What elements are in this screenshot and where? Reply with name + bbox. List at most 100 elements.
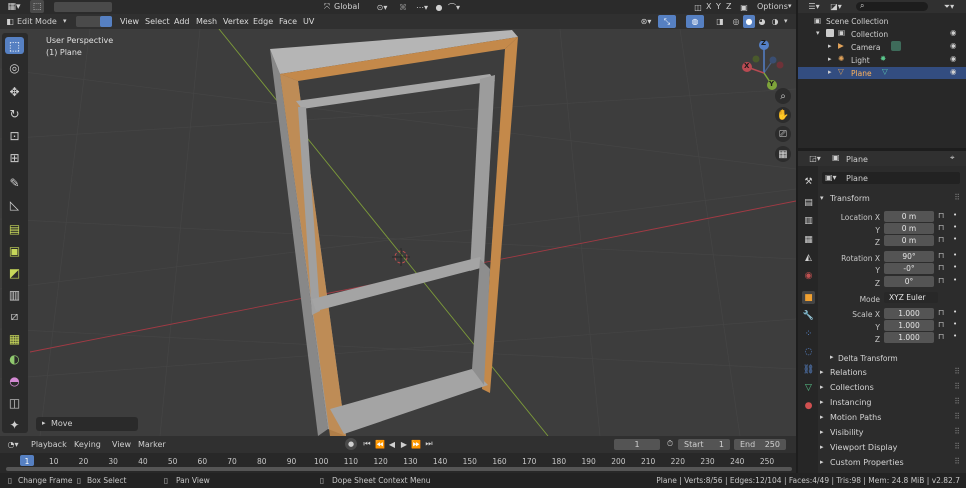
lock-icon[interactable]: ⊓ (938, 235, 944, 244)
filter-icon[interactable]: ⏷▾ (940, 1, 958, 12)
rotation-x-field[interactable]: 90° (884, 251, 934, 262)
chevron-right-icon[interactable]: ▸ (828, 42, 832, 50)
keyframe-dot-icon[interactable]: • (953, 320, 957, 328)
location-y-field[interactable]: 0 m (884, 223, 934, 234)
gizmo-label-y[interactable]: Y (769, 80, 774, 88)
mode-select[interactable]: Edit Mode (17, 17, 57, 26)
jump-start-icon[interactable]: ⏮ (361, 438, 373, 450)
lock-icon[interactable]: ⊓ (938, 276, 944, 285)
pivot-icon[interactable]: ⊙▾ (374, 1, 390, 13)
eye-icon[interactable]: ◉ (950, 41, 957, 50)
cursor-tool-icon[interactable]: ◎ (5, 59, 24, 76)
drag-handle-icon[interactable]: ⠿ (954, 412, 960, 421)
keyframe-dot-icon[interactable]: • (953, 211, 957, 219)
menu-playback[interactable]: Playback (31, 440, 67, 449)
measure-tool-icon[interactable]: ◺ (5, 196, 24, 213)
play-reverse-icon[interactable]: ◀ (386, 438, 398, 450)
shear-tool-icon[interactable]: ◫ (5, 394, 24, 411)
drag-handle-icon[interactable]: ⠿ (954, 397, 960, 406)
snap-target-icon[interactable]: ⋯▾ (414, 1, 430, 13)
snap-icon[interactable]: ⌘ (396, 1, 410, 13)
constraints-tab-icon[interactable]: ⛓ (802, 363, 815, 376)
location-z-field[interactable]: 0 m (884, 235, 934, 246)
jump-end-icon[interactable]: ⏭ (423, 438, 435, 450)
poly-build-tool-icon[interactable]: ▦ (5, 330, 24, 347)
menu-vertex[interactable]: Vertex (223, 17, 249, 26)
keyframe-dot-icon[interactable]: • (953, 251, 957, 259)
select-mode-group[interactable] (76, 16, 112, 27)
lock-icon[interactable]: ⊓ (938, 211, 944, 220)
lock-icon[interactable]: ⊓ (938, 263, 944, 272)
menu-view[interactable]: View (120, 17, 139, 26)
rotation-mode-select[interactable]: XYZ Euler (884, 292, 938, 303)
drag-handle-icon[interactable]: ⠿ (954, 382, 960, 391)
lock-icon[interactable]: ⊓ (938, 308, 944, 317)
chevron-right-icon[interactable]: ▸ (828, 55, 832, 63)
editor-type-icon[interactable]: ◲▾ (806, 153, 824, 164)
render-tab-icon[interactable]: ▤ (802, 196, 815, 209)
gizmo-toggle-icon[interactable]: ⤡ (658, 15, 676, 28)
rotate-tool-icon[interactable]: ↻ (5, 105, 24, 122)
mirror-axis-x[interactable]: X (706, 2, 711, 11)
menu-view[interactable]: View (112, 440, 131, 449)
scale-y-field[interactable]: 1.000 (884, 320, 934, 331)
drag-handle-icon[interactable]: ⠿ (954, 457, 960, 466)
collections-panel-header[interactable]: ▸ Collections ⠿ (818, 382, 964, 396)
select-box-tool-icon[interactable]: ⬚ (30, 0, 44, 13)
move-tool-icon[interactable]: ✥ (5, 83, 24, 100)
end-frame-field[interactable]: End 250 (734, 439, 786, 450)
tool-tab-icon[interactable]: ⚒ (802, 175, 815, 188)
spin-tool-icon[interactable]: ◐ (5, 350, 24, 367)
outliner-row-light[interactable]: ▸ ✺ Light ✸ ◉ (798, 54, 966, 66)
camera-view-icon[interactable]: ⎚ (775, 126, 791, 142)
delta-transform-subpanel[interactable]: ▸ Delta Transform (828, 352, 966, 366)
shading-rendered-icon[interactable]: ◑ (769, 15, 781, 28)
lock-icon[interactable]: ⊓ (938, 332, 944, 341)
chevron-down-icon[interactable]: ▾ (784, 17, 788, 25)
editor-type-icon[interactable]: ▦▾ (5, 1, 23, 13)
play-icon[interactable]: ▶ (398, 438, 410, 450)
stopwatch-icon[interactable]: ⏱ (664, 438, 676, 450)
scale-tool-icon[interactable]: ⊡ (5, 127, 24, 144)
menu-marker[interactable]: Marker (138, 440, 166, 449)
prev-key-icon[interactable]: ⏪ (374, 438, 386, 450)
outliner-row-camera[interactable]: ▸ ▶ Camera ◉ (798, 41, 966, 53)
editor-type-icon[interactable]: ☰▾ (806, 1, 822, 12)
location-x-field[interactable]: 0 m (884, 211, 934, 222)
keyframe-dot-icon[interactable]: • (953, 276, 957, 284)
rotation-y-field[interactable]: -0° (884, 263, 934, 274)
menu-add[interactable]: Add (174, 17, 190, 26)
eye-icon[interactable]: ◉ (950, 28, 957, 37)
menu-face[interactable]: Face (279, 17, 297, 26)
lock-icon[interactable]: ⊓ (938, 320, 944, 329)
operator-panel[interactable]: ▸ Move (36, 417, 138, 431)
chevron-down-icon[interactable]: ▾ (816, 29, 820, 37)
lock-icon[interactable]: ⊓ (938, 251, 944, 260)
record-icon[interactable]: ● (345, 438, 357, 450)
keyframe-dot-icon[interactable]: • (953, 235, 957, 243)
knife-tool-icon[interactable]: ⧄ (5, 308, 24, 325)
next-key-icon[interactable]: ⏩ (410, 438, 422, 450)
checkbox-icon[interactable] (826, 29, 834, 37)
chevron-right-icon[interactable]: ▸ (828, 68, 832, 76)
mirror-axis-y[interactable]: Y (716, 2, 721, 11)
current-frame-field[interactable]: 1 (614, 439, 660, 450)
extrude-tool-icon[interactable]: ▤ (5, 220, 24, 237)
timeline-scrollbar[interactable] (6, 467, 792, 471)
shading-wire-icon[interactable]: ◎ (730, 15, 742, 28)
3d-viewport[interactable]: User Perspective (1) Plane Z X Y ▸ Move (0, 29, 796, 436)
relations-panel-header[interactable]: ▸ Relations ⠿ (818, 367, 964, 381)
scale-x-field[interactable]: 1.000 (884, 308, 934, 319)
visibility-panel-header[interactable]: ▸ Visibility ⠿ (818, 427, 964, 441)
drag-handle-icon[interactable]: ⠿ (954, 427, 960, 436)
loop-cut-tool-icon[interactable]: ▥ (5, 286, 24, 303)
options-dropdown[interactable]: Options (757, 2, 788, 11)
particles-tab-icon[interactable]: ⁘ (802, 327, 815, 340)
lock-icon[interactable]: ⊓ (938, 223, 944, 232)
menu-mesh[interactable]: Mesh (196, 17, 217, 26)
keyframe-dot-icon[interactable]: • (953, 223, 957, 231)
smooth-tool-icon[interactable]: ◓ (5, 372, 24, 389)
drag-handle-icon[interactable]: ⠿ (954, 193, 960, 202)
shading-solid-icon[interactable]: ● (743, 15, 755, 28)
mirror-icon[interactable]: ◫ (692, 1, 704, 13)
